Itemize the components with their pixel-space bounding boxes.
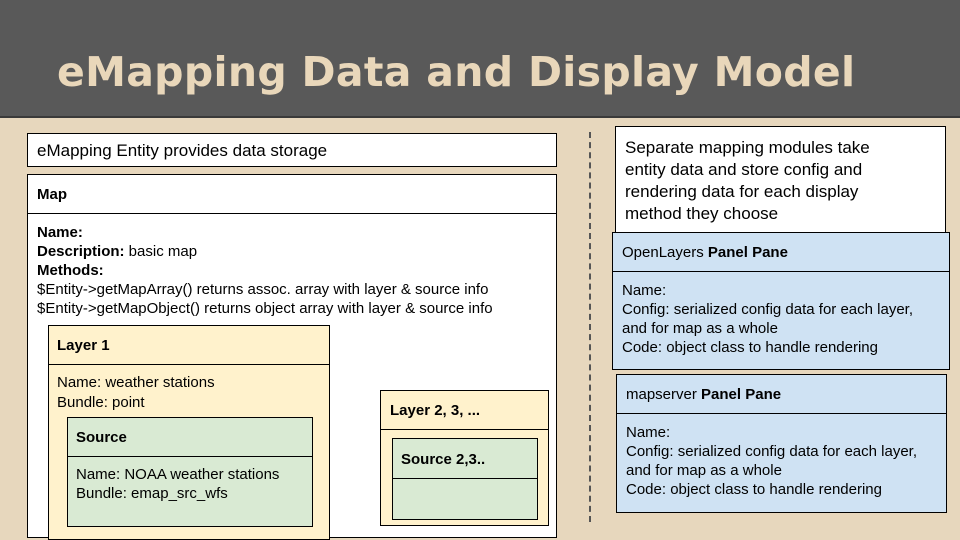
mapserver-heading: mapserver Panel Pane xyxy=(626,385,781,404)
modules-caption-line-1: Separate mapping modules take xyxy=(625,138,870,157)
mapserver-header: mapserver Panel Pane xyxy=(617,375,946,414)
source-bundle: Bundle: emap_src_wfs xyxy=(76,485,228,502)
layer-2-heading: Layer 2, 3, ... xyxy=(390,402,481,419)
layer-1-bundle: Bundle: point xyxy=(57,394,145,411)
title-bar: eMapping Data and Display Model xyxy=(0,0,960,118)
openlayers-heading: OpenLayers Panel Pane xyxy=(622,243,788,262)
source-2-header: Source 2,3.. xyxy=(393,439,537,479)
openlayers-heading-plain: OpenLayers xyxy=(622,244,708,261)
mapserver-config-1: Config: serialized config data for each … xyxy=(626,443,917,460)
source-2-heading: Source 2,3.. xyxy=(401,451,486,468)
layer-1-name: Name: weather stations xyxy=(57,374,215,391)
modules-caption-line-4: method they choose xyxy=(625,204,779,223)
slide-title: eMapping Data and Display Model xyxy=(57,48,856,96)
map-heading: Map xyxy=(37,186,67,203)
map-methods-label: Methods: xyxy=(37,262,104,279)
map-name-label: Name: xyxy=(37,224,83,241)
mapserver-heading-plain: mapserver xyxy=(626,386,702,403)
map-description-label: Description: xyxy=(37,243,125,260)
entity-caption-box: eMapping Entity provides data storage xyxy=(27,133,557,167)
mapserver-config-2: and for map as a whole xyxy=(626,462,782,479)
openlayers-name: Name: xyxy=(622,282,667,299)
openlayers-header: OpenLayers Panel Pane xyxy=(613,233,949,272)
section-divider xyxy=(589,132,591,522)
openlayers-heading-bold: Panel Pane xyxy=(707,244,788,261)
source-2-box: Source 2,3.. xyxy=(392,438,538,520)
map-method-2: $Entity->getMapObject() returns object a… xyxy=(37,300,493,317)
layer-2-header: Layer 2, 3, ... xyxy=(381,391,548,430)
mapserver-name: Name: xyxy=(626,424,671,441)
modules-caption-line-2: entity data and store config and xyxy=(625,160,863,179)
map-header: Map xyxy=(28,175,556,214)
source-name: Name: NOAA weather stations xyxy=(76,466,280,483)
source-heading: Source xyxy=(76,429,127,446)
openlayers-panel: OpenLayers Panel Pane Name: Config: seri… xyxy=(612,232,950,370)
entity-caption: eMapping Entity provides data storage xyxy=(37,141,328,160)
map-description-value: basic map xyxy=(124,243,198,260)
mapserver-code: Code: object class to handle rendering xyxy=(626,481,882,498)
openlayers-config-2: and for map as a whole xyxy=(622,320,778,337)
openlayers-config-1: Config: serialized config data for each … xyxy=(622,301,913,318)
openlayers-code: Code: object class to handle rendering xyxy=(622,339,878,356)
map-description: Description: basic map xyxy=(37,242,197,261)
source-box: Source Name: NOAA weather stations Bundl… xyxy=(67,417,313,527)
map-method-1: $Entity->getMapArray() returns assoc. ar… xyxy=(37,281,489,298)
mapserver-panel: mapserver Panel Pane Name: Config: seria… xyxy=(616,374,947,513)
layer-1-header: Layer 1 xyxy=(49,326,329,365)
source-header: Source xyxy=(68,418,312,457)
mapserver-heading-bold: Panel Pane xyxy=(701,386,782,403)
layer-1-heading: Layer 1 xyxy=(57,337,110,354)
modules-caption-box: Separate mapping modules take entity dat… xyxy=(615,126,946,236)
modules-caption-line-3: rendering data for each display xyxy=(625,182,859,201)
